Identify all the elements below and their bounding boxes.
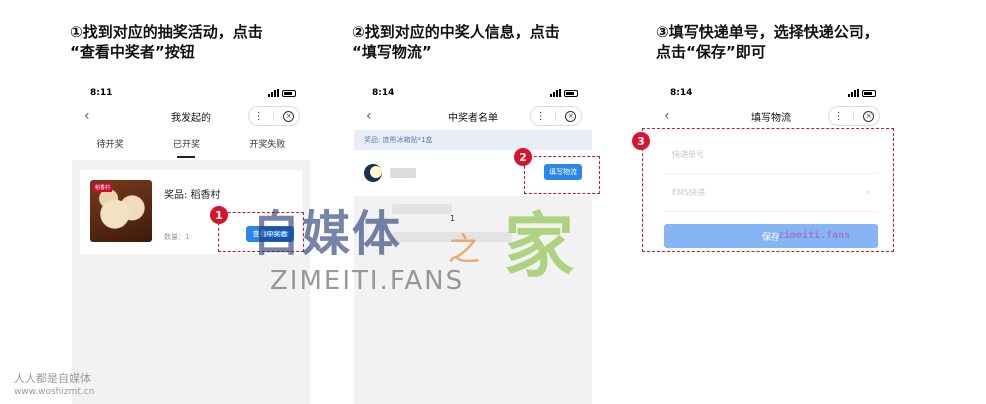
status-bar: 8:11 xyxy=(72,84,310,102)
back-icon[interactable]: ‹ xyxy=(664,108,670,124)
battery-icon xyxy=(282,89,296,97)
highlight-box-step3 xyxy=(642,128,894,252)
close-icon[interactable]: × xyxy=(283,110,295,122)
step2-title-line2: “填写物流” xyxy=(352,43,432,61)
watermark-small: zimeiti.fans xyxy=(778,230,851,241)
corner-watermark-line1: 人人都是自媒体 xyxy=(14,372,91,385)
nav-title: 我发起的 xyxy=(171,112,211,124)
step1-title-line2: “查看中奖者”按钮 xyxy=(70,43,195,61)
prize-name: 奖品: 稻香村 xyxy=(164,190,221,201)
capsule-divider xyxy=(272,111,274,121)
winner-name-blurred xyxy=(390,168,416,178)
winner-avatar xyxy=(364,164,382,182)
prize-image: 稻香村 xyxy=(90,180,152,242)
status-icons xyxy=(550,89,578,97)
phone2-header: 8:14 ‹ 中奖者名单 ⋮ × xyxy=(354,84,592,130)
close-icon[interactable]: × xyxy=(565,110,577,122)
back-icon[interactable]: ‹ xyxy=(366,108,372,124)
close-icon[interactable]: × xyxy=(863,110,875,122)
phone-screen-winner-list: 8:14 ‹ 中奖者名单 ⋮ × 奖品: 度熊冰箱贴*1盒 填写物流 1 xyxy=(354,84,592,404)
nav-bar: ‹ 我发起的 ⋮ × xyxy=(72,102,310,130)
battery-icon xyxy=(564,89,578,97)
more-icon[interactable]: ⋮ xyxy=(254,111,264,122)
brand-logo: 稻香村 xyxy=(93,183,113,192)
tab-pending[interactable]: 待开奖 xyxy=(97,137,124,154)
step2-badge: 2 xyxy=(514,148,532,166)
phone1-header: 8:11 ‹ 我发起的 ⋮ × 待开奖 已开奖 开奖失败 xyxy=(72,84,310,160)
step2-title-line1: ②找到对应的中奖人信息，点击 xyxy=(352,23,560,41)
step3-badge: 3 xyxy=(632,132,650,150)
nav-bar: ‹ 中奖者名单 ⋮ × xyxy=(354,102,592,130)
step2-title: ②找到对应的中奖人信息，点击 “填写物流” xyxy=(352,22,560,62)
nav-bar: ‹ 填写物流 ⋮ × xyxy=(652,102,890,130)
tab-bar: 待开奖 已开奖 开奖失败 xyxy=(72,130,310,160)
prize-info-strip: 奖品: 度熊冰箱贴*1盒 xyxy=(354,130,592,150)
status-icons xyxy=(268,89,296,97)
back-icon[interactable]: ‹ xyxy=(84,108,90,124)
signal-icon xyxy=(268,89,279,97)
highlight-box-step1 xyxy=(218,212,304,252)
step3-title: ③填写快递单号，选择快递公司， 点击“保存”即可 xyxy=(656,22,879,62)
battery-icon xyxy=(862,89,876,97)
highlight-box-step2 xyxy=(524,156,600,194)
more-icon[interactable]: ⋮ xyxy=(834,111,844,122)
nav-title: 中奖者名单 xyxy=(448,112,498,124)
status-icons xyxy=(848,89,876,97)
winner-count: 1 xyxy=(450,214,456,223)
mini-program-capsule: ⋮ × xyxy=(530,106,582,126)
corner-watermark-line2: www.woshizmt.cn xyxy=(14,387,95,397)
status-time: 8:14 xyxy=(670,88,693,98)
tab-failed[interactable]: 开奖失败 xyxy=(249,137,285,154)
signal-icon xyxy=(550,89,561,97)
phone3-header: 8:14 ‹ 填写物流 ⋮ × xyxy=(652,84,890,130)
step1-title: ①找到对应的抽奖活动，点击 “查看中奖者”按钮 xyxy=(70,22,263,62)
more-icon[interactable]: ⋮ xyxy=(536,111,546,122)
step1-title-line1: ①找到对应的抽奖活动，点击 xyxy=(70,23,263,41)
blurred-info xyxy=(392,204,452,214)
step3-title-line1: ③填写快递单号，选择快递公司， xyxy=(656,23,879,41)
status-time: 8:11 xyxy=(90,88,113,98)
status-bar: 8:14 xyxy=(652,84,890,102)
status-time: 8:14 xyxy=(372,88,395,98)
capsule-divider xyxy=(554,111,556,121)
status-bar: 8:14 xyxy=(354,84,592,102)
mini-program-capsule: ⋮ × xyxy=(248,106,300,126)
signal-icon xyxy=(848,89,859,97)
blurred-info-2 xyxy=(392,232,512,242)
step3-title-line2: 点击“保存”即可 xyxy=(656,43,766,61)
step1-badge: 1 xyxy=(210,206,228,224)
nav-title: 填写物流 xyxy=(751,112,791,124)
tab-drawn[interactable]: 已开奖 xyxy=(173,137,200,158)
prize-quantity: 数量：1 xyxy=(164,233,190,241)
mini-program-capsule: ⋮ × xyxy=(828,106,880,126)
corner-watermark: 人人都是自媒体 www.woshizmt.cn xyxy=(14,370,94,397)
capsule-divider xyxy=(852,111,854,121)
